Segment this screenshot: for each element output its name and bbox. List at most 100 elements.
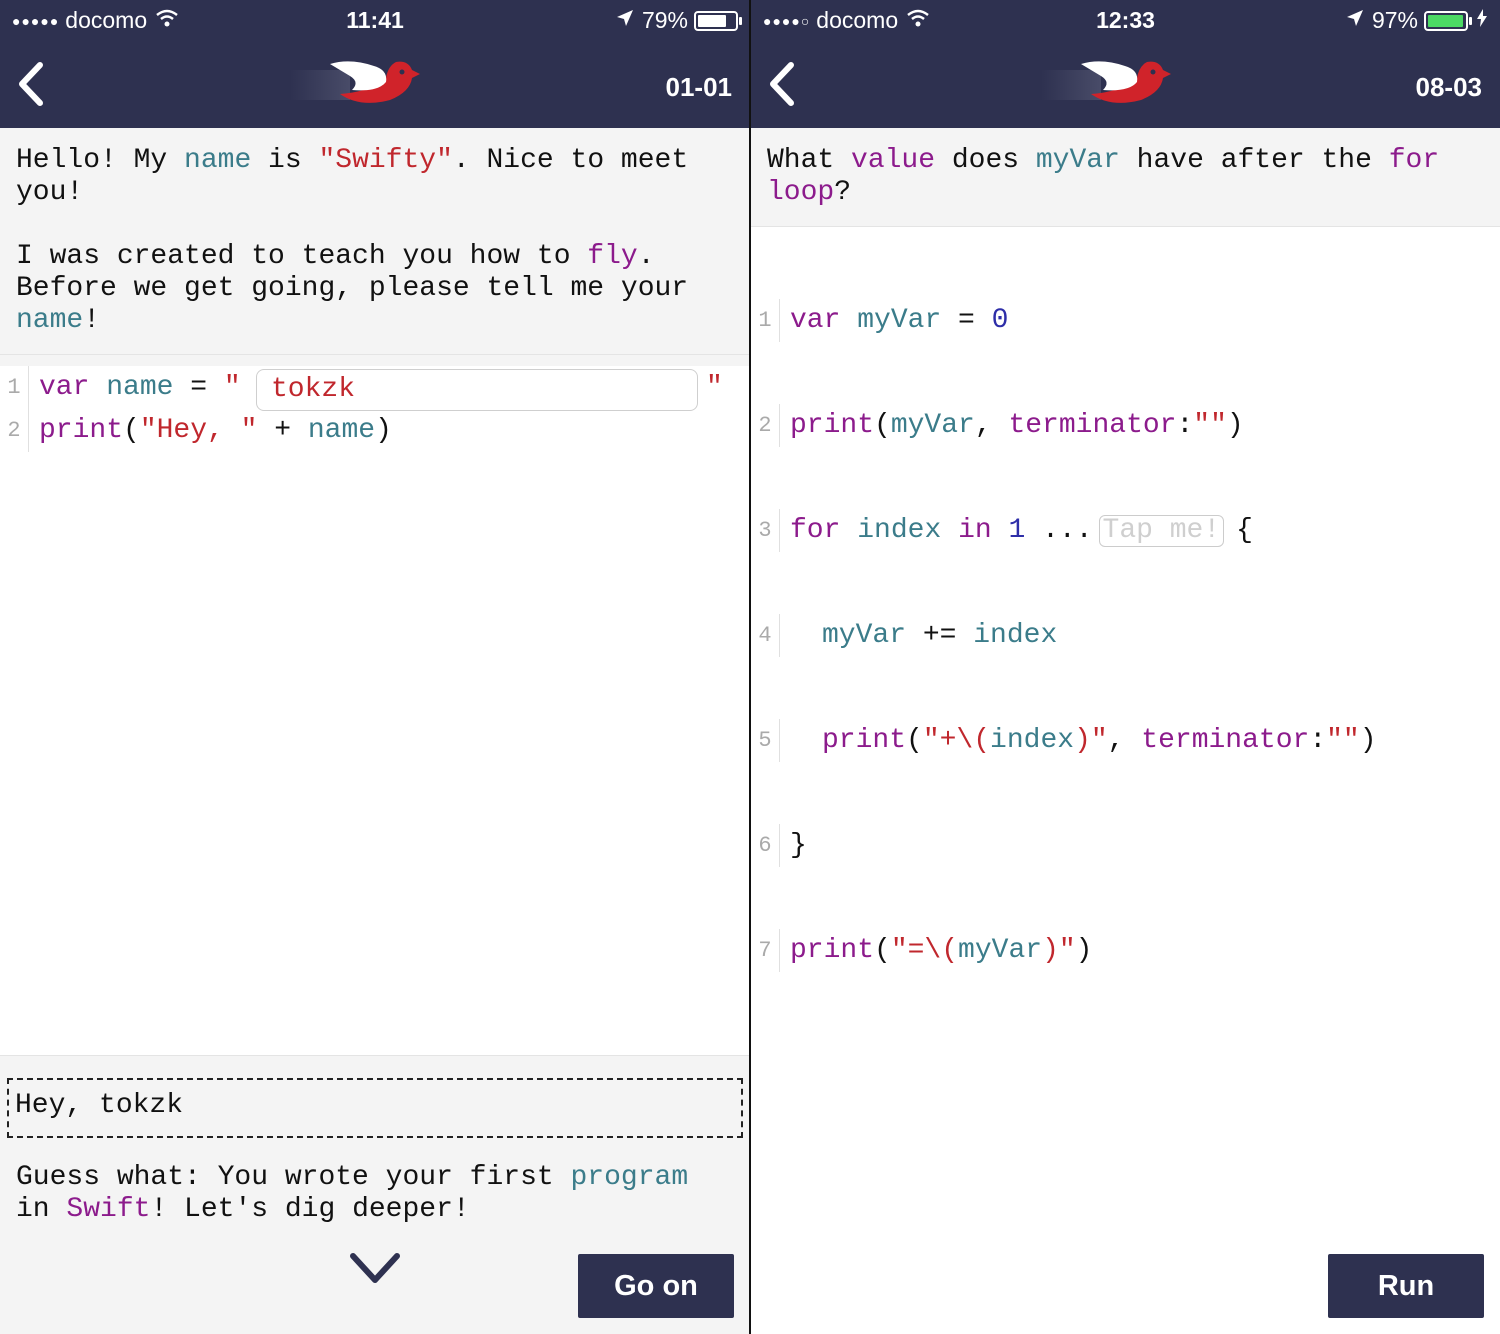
swifty-bird-logo	[290, 61, 420, 103]
code-line: 3 for index in 1 ... Tap me! {	[751, 509, 1500, 552]
line-number: 2	[0, 409, 29, 452]
charging-bolt-icon	[1476, 9, 1488, 32]
lesson-number: 01-01	[665, 72, 733, 102]
code-keyword: var	[39, 372, 90, 403]
code-operator: +=	[906, 620, 974, 651]
top-bar: ●●●●● docomo 11:41 79% 01-01	[0, 0, 750, 128]
tap-me-blank[interactable]: Tap me!	[1098, 514, 1225, 547]
code-operator: +	[257, 415, 308, 446]
code-operator: =	[941, 305, 992, 336]
prompt-text: you!	[16, 177, 84, 208]
line-number: 1	[0, 366, 29, 409]
code-operator: ...	[1025, 515, 1093, 546]
prompt-keyword: value	[851, 145, 936, 176]
code-identifier: index	[857, 515, 942, 546]
go-on-button[interactable]: Go on	[578, 1254, 734, 1318]
code-keyword: for	[790, 515, 841, 546]
code-identifier: myVar	[958, 935, 1043, 966]
lesson-prompt: Hello! My name is "Swifty". Nice to meet…	[0, 128, 750, 355]
code-keyword: terminator	[1008, 410, 1177, 441]
code-keyword: print	[39, 415, 124, 446]
chevron-left-icon[interactable]	[767, 62, 797, 106]
lesson-screen-right: ●●●●○ docomo 12:33 97% 08-03 What value …	[751, 0, 1500, 1334]
lesson-prompt: What value does myVar have after the for…	[751, 128, 1500, 227]
prompt-text: !	[83, 305, 101, 336]
feedback-line: ! Let's dig deeper!	[150, 1194, 470, 1225]
prompt-text: I was created to teach you how to	[16, 241, 588, 272]
code-punct: )	[1226, 410, 1244, 441]
prompt-keyword: name	[16, 305, 84, 336]
line-number: 1	[751, 299, 780, 342]
code-line: 6}	[751, 824, 1500, 867]
code-string: )"	[1042, 935, 1076, 966]
line-number: 2	[751, 404, 780, 447]
battery-icon	[1424, 10, 1472, 31]
code-punct: (	[874, 410, 891, 441]
prompt-text: Hello! My	[16, 145, 185, 176]
code-identifier: myVar	[822, 620, 907, 651]
battery-percent: 79%	[641, 7, 688, 33]
prompt-keyword: for	[1388, 145, 1440, 176]
code-punct: ,	[974, 410, 1009, 441]
swifty-bird-logo	[1041, 61, 1171, 103]
prompt-text: . Nice to meet	[452, 145, 689, 176]
code-line: 2 print("Hey, " + name)	[0, 409, 750, 452]
code-identifier: myVar	[890, 410, 975, 441]
code-editor: 1 var name = " " 2 print("Hey, " + name)	[0, 366, 750, 1055]
code-punct: )	[375, 415, 392, 446]
code-punct: :	[1309, 725, 1327, 756]
code-string: ""	[1326, 725, 1360, 756]
code-keyword: terminator	[1141, 725, 1310, 756]
code-punct: ,	[1107, 725, 1142, 756]
console-output: Hey, tokzk	[7, 1078, 743, 1138]
feedback-text: Guess what: You wrote your first program…	[16, 1162, 688, 1226]
code-operator: =	[190, 372, 208, 403]
code-punct: {	[1236, 515, 1253, 546]
code-identifier: myVar	[857, 305, 942, 336]
prompt-text: What	[767, 145, 852, 176]
chevron-down-icon[interactable]	[349, 1252, 401, 1286]
line-number: 4	[751, 614, 780, 657]
code-string: ""	[1193, 410, 1227, 441]
prompt-keyword: name	[184, 145, 252, 176]
top-bar: ●●●●○ docomo 12:33 97% 08-03	[751, 0, 1500, 128]
name-input[interactable]: tokzk	[256, 369, 698, 411]
code-identifier: index	[990, 725, 1075, 756]
line-number: 7	[751, 929, 780, 972]
code-line: 2 print(myVar, terminator: "")	[751, 404, 1500, 447]
feedback-line: Guess what: You wrote your first	[16, 1162, 571, 1193]
code-keyword: var	[790, 305, 841, 336]
location-arrow-icon	[616, 9, 634, 33]
code-line: 4 myVar += index	[751, 614, 1500, 657]
status-bar: ●●●●● docomo 11:41 79%	[0, 0, 750, 40]
code-string: )"	[1074, 725, 1108, 756]
code-keyword: print	[790, 410, 875, 441]
line-number: 6	[751, 824, 780, 867]
prompt-text: ?	[834, 177, 852, 208]
code-punct: }	[790, 830, 807, 861]
code-number: 1	[1008, 515, 1026, 546]
code-identifier: index	[973, 620, 1058, 651]
lesson-screen-left: ●●●●● docomo 11:41 79% 01-01 Hello! My n…	[0, 0, 750, 1334]
prompt-keyword: loop	[767, 177, 835, 208]
code-identifier: name	[307, 415, 376, 446]
battery-icon	[694, 10, 742, 31]
code-punct: :	[1176, 410, 1194, 441]
run-button[interactable]: Run	[1328, 1254, 1484, 1318]
feedback-keyword: program	[570, 1162, 689, 1193]
feedback-line: in	[16, 1194, 67, 1225]
code-line: 7 print("=\(myVar)")	[751, 929, 1500, 972]
line-number: 3	[751, 509, 780, 552]
prompt-text: is	[251, 145, 319, 176]
prompt-keyword: myVar	[1035, 145, 1120, 176]
code-identifier: name	[106, 372, 174, 403]
chevron-left-icon[interactable]	[16, 62, 46, 106]
code-punct: (	[906, 725, 923, 756]
code-number: 0	[991, 305, 1009, 336]
code-keyword: print	[822, 725, 907, 756]
code-string: "=\(	[890, 935, 959, 966]
prompt-string: "Swifty"	[318, 145, 453, 176]
